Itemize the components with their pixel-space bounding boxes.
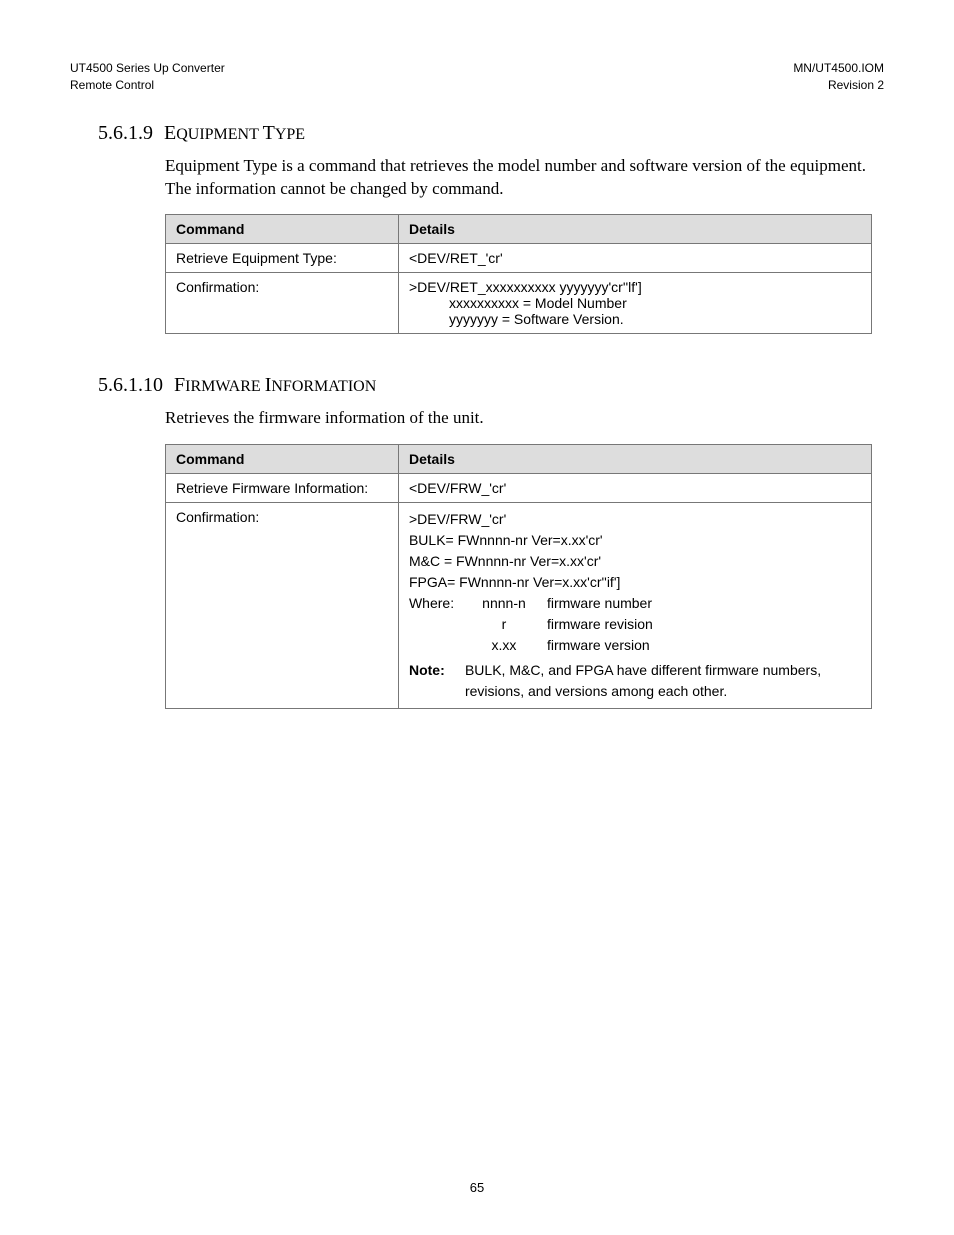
where-row: r firmware revision: [409, 614, 861, 635]
table-row: Retrieve Equipment Type: <DEV/RET_'cr': [166, 244, 872, 273]
col-command-header: Command: [166, 445, 399, 474]
table-header-row: Command Details: [166, 445, 872, 474]
col-details-header: Details: [398, 445, 871, 474]
cell-command: Confirmation:: [166, 503, 399, 709]
header-right: MN/UT4500.IOM Revision 2: [793, 60, 884, 94]
where-row: x.xx firmware version: [409, 635, 861, 656]
cell-command: Retrieve Equipment Type:: [166, 244, 399, 273]
where-label: Where:: [409, 593, 461, 614]
where-key: r: [479, 614, 529, 635]
page-header: UT4500 Series Up Converter Remote Contro…: [70, 60, 884, 94]
section-title-rest1: QUIPMENT: [176, 126, 262, 143]
section-title-rest2: NFORMATION: [271, 378, 376, 395]
where-key: x.xx: [479, 635, 529, 656]
section-heading-equipment-type: 5.6.1.9 EQUIPMENT TYPE: [98, 122, 884, 145]
header-right-line1: MN/UT4500.IOM: [793, 60, 884, 77]
table-row: Confirmation: >DEV/FRW_'cr' BULK= FWnnnn…: [166, 503, 872, 709]
section2-body: Retrieves the firmware information of th…: [165, 407, 872, 430]
cell-details: >DEV/RET_xxxxxxxxxx yyyyyyy'cr''lf'] xxx…: [398, 273, 871, 334]
cell-details: <DEV/FRW_'cr': [398, 474, 871, 503]
section-title-rest2: YPE: [275, 126, 305, 143]
table-row: Confirmation: >DEV/RET_xxxxxxxxxx yyyyyy…: [166, 273, 872, 334]
conf-line: BULK= FWnnnn-nr Ver=x.xx'cr': [409, 530, 861, 551]
table-row: Retrieve Firmware Information: <DEV/FRW_…: [166, 474, 872, 503]
section-title-cap1: F: [174, 374, 185, 396]
header-left-line2: Remote Control: [70, 77, 225, 94]
cell-details: <DEV/RET_'cr': [398, 244, 871, 273]
note-row: Note: BULK, M&C, and FPGA have different…: [409, 660, 861, 702]
section-title-cap2: T: [263, 122, 275, 144]
header-left: UT4500 Series Up Converter Remote Contro…: [70, 60, 225, 94]
header-right-line2: Revision 2: [793, 77, 884, 94]
conf-line: >DEV/FRW_'cr': [409, 509, 861, 530]
note-label: Note:: [409, 660, 453, 702]
cell-command: Retrieve Firmware Information:: [166, 474, 399, 503]
page-number: 65: [0, 1180, 954, 1195]
section-title-rest1: IRMWARE: [185, 378, 265, 395]
section-title-cap1: E: [164, 122, 176, 144]
col-command-header: Command: [166, 215, 399, 244]
cell-details: >DEV/FRW_'cr' BULK= FWnnnn-nr Ver=x.xx'c…: [398, 503, 871, 709]
conf-line2: xxxxxxxxxx = Model Number: [409, 295, 861, 311]
section-number: 5.6.1.9: [98, 122, 153, 144]
where-val: firmware number: [547, 593, 652, 614]
equipment-type-table: Command Details Retrieve Equipment Type:…: [165, 214, 872, 334]
conf-line: M&C = FWnnnn-nr Ver=x.xx'cr': [409, 551, 861, 572]
where-key: nnnn-n: [479, 593, 529, 614]
where-spacer: [409, 635, 461, 656]
firmware-info-table: Command Details Retrieve Firmware Inform…: [165, 444, 872, 709]
conf-line1: >DEV/RET_xxxxxxxxxx yyyyyyy'cr''lf']: [409, 279, 861, 295]
header-left-line1: UT4500 Series Up Converter: [70, 60, 225, 77]
where-val: firmware revision: [547, 614, 653, 635]
section-number: 5.6.1.10: [98, 374, 163, 396]
where-row: Where: nnnn-n firmware number: [409, 593, 861, 614]
conf-line: FPGA= FWnnnn-nr Ver=x.xx'cr''if']: [409, 572, 861, 593]
note-text: BULK, M&C, and FPGA have different firmw…: [465, 660, 861, 702]
conf-line3: yyyyyyy = Software Version.: [409, 311, 861, 327]
table-header-row: Command Details: [166, 215, 872, 244]
col-details-header: Details: [398, 215, 871, 244]
section1-body: Equipment Type is a command that retriev…: [165, 155, 872, 201]
section-heading-firmware-information: 5.6.1.10 FIRMWARE INFORMATION: [98, 374, 884, 397]
where-val: firmware version: [547, 635, 650, 656]
where-spacer: [409, 614, 461, 635]
cell-command: Confirmation:: [166, 273, 399, 334]
